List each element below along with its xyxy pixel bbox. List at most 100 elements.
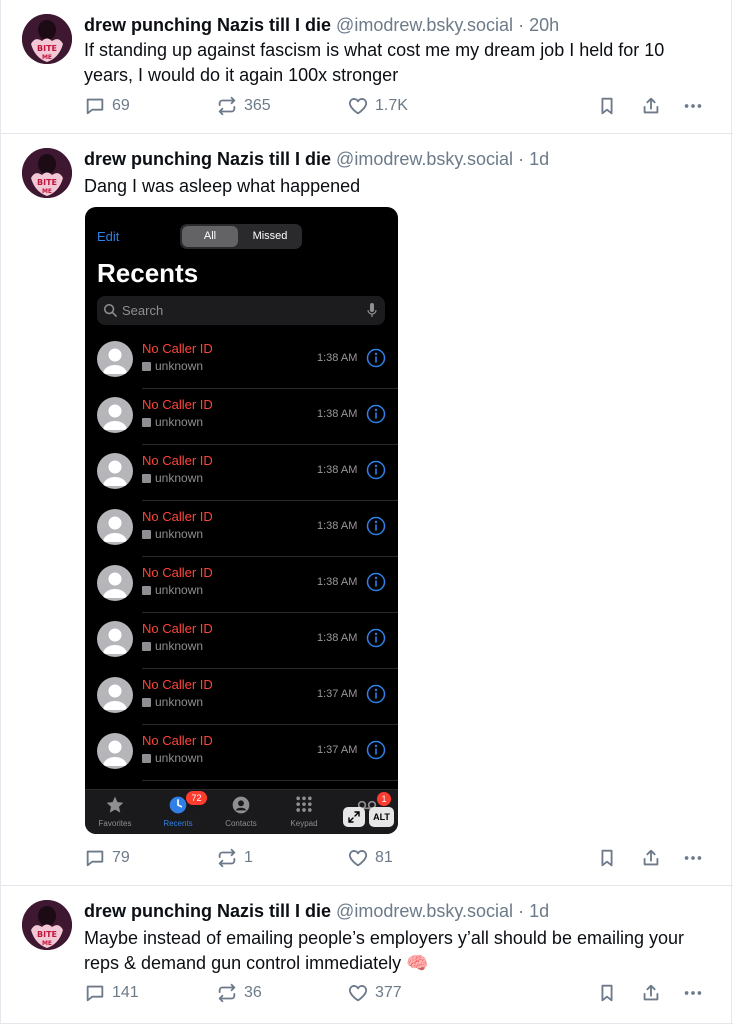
ios-tab-label: Contacts <box>225 819 257 828</box>
post-actions: 79 1 81 <box>84 845 714 871</box>
avatar-image: BITE ME <box>22 900 72 950</box>
call-time: 1:38 AM <box>317 352 358 364</box>
clock-icon <box>169 796 187 814</box>
reply-icon <box>86 850 104 867</box>
bookmark-button[interactable] <box>596 980 618 1006</box>
star-icon <box>106 796 124 813</box>
bookmark-button[interactable] <box>596 845 618 871</box>
contact-avatar-icon <box>97 733 133 769</box>
svg-text:BITE: BITE <box>37 178 57 187</box>
call-time: 1:38 AM <box>317 408 358 420</box>
repost-button[interactable]: 36 <box>216 980 262 1006</box>
svg-text:ME: ME <box>42 188 52 195</box>
share-button[interactable] <box>640 980 662 1006</box>
caller-name: No Caller ID <box>142 621 213 636</box>
repost-button[interactable]: 1 <box>216 845 253 871</box>
ios-search-placeholder: Search <box>122 303 164 318</box>
call-time: 1:37 AM <box>317 688 358 700</box>
post-actions: 69 365 1.7K <box>84 93 714 119</box>
ios-call-row: No Caller ID unknown 1:38 AM <box>85 501 398 557</box>
ios-mic-icon <box>367 303 377 317</box>
author-handle[interactable]: @imodrew.bsky.social <box>336 15 513 35</box>
ios-tab-favorites: Favorites <box>85 794 145 828</box>
post-time[interactable]: 1d <box>529 149 549 169</box>
post-actions: 141 36 377 <box>84 980 714 1006</box>
reply-button[interactable]: 79 <box>84 845 130 871</box>
ios-segment-missed: Missed <box>252 230 288 242</box>
reply-count: 69 <box>112 97 130 114</box>
call-time: 1:38 AM <box>317 576 358 588</box>
svg-text:ME: ME <box>42 940 52 947</box>
ios-call-row: No Caller ID unknown 1:37 AM <box>85 725 398 781</box>
share-button[interactable] <box>640 93 662 119</box>
caller-name: No Caller ID <box>142 397 213 412</box>
post-time[interactable]: 20h <box>529 15 559 35</box>
more-icon <box>684 856 702 860</box>
bookmark-icon <box>601 97 613 115</box>
caller-subtitle: unknown <box>142 751 203 765</box>
post-3[interactable]: BITE ME drew punching Nazis till I die @… <box>0 886 733 1024</box>
caller-name: No Caller ID <box>142 509 213 524</box>
author-handle[interactable]: @imodrew.bsky.social <box>336 901 513 921</box>
bookmark-icon <box>601 984 613 1002</box>
info-icon <box>366 740 386 760</box>
repost-icon <box>218 983 236 1003</box>
reply-button[interactable]: 141 <box>84 980 139 1006</box>
author-avatar[interactable]: BITE ME <box>22 148 72 198</box>
post-image-recents-screenshot[interactable]: Edit All Missed Recents Search No Caller… <box>85 207 398 834</box>
meta-separator: · <box>518 15 525 35</box>
bookmark-button[interactable] <box>596 93 618 119</box>
call-time: 1:37 AM <box>317 744 358 756</box>
like-button[interactable]: 81 <box>347 845 393 871</box>
caller-subtitle-text: unknown <box>155 471 204 485</box>
caller-subtitle: unknown <box>142 583 203 597</box>
ios-tab-label: Keypad <box>290 819 318 828</box>
more-options-button[interactable] <box>682 980 704 1006</box>
keypad-icon <box>296 796 312 812</box>
repost-icon <box>218 848 236 868</box>
alt-text-button[interactable]: ALT <box>369 807 394 827</box>
post-time[interactable]: 1d <box>529 901 549 921</box>
caller-subtitle: unknown <box>142 527 203 541</box>
svg-text:ME: ME <box>42 54 52 61</box>
author-name[interactable]: drew punching Nazis till I die <box>84 15 331 35</box>
like-button[interactable]: 1.7K <box>347 93 408 119</box>
reply-count: 79 <box>112 849 130 866</box>
more-options-button[interactable] <box>682 93 704 119</box>
person-circle-icon <box>232 796 250 814</box>
repost-count: 1 <box>244 849 253 866</box>
author-name[interactable]: drew punching Nazis till I die <box>84 149 331 169</box>
post-text: Maybe instead of emailing people’s emplo… <box>84 928 685 973</box>
like-icon <box>348 98 368 115</box>
author-name[interactable]: drew punching Nazis till I die <box>84 901 331 921</box>
post-header: drew punching Nazis till I die @imodrew.… <box>84 900 549 922</box>
ios-tab-label: Favorites <box>98 819 132 828</box>
ios-call-row: No Caller ID unknown 1:38 AM <box>85 333 398 389</box>
contact-avatar-icon <box>97 677 133 713</box>
post-header: drew punching Nazis till I die @imodrew.… <box>84 14 559 36</box>
author-avatar[interactable]: BITE ME <box>22 900 72 950</box>
caller-name: No Caller ID <box>142 341 213 356</box>
author-avatar[interactable]: BITE ME <box>22 14 72 64</box>
share-button[interactable] <box>640 845 662 871</box>
like-button[interactable]: 377 <box>347 980 402 1006</box>
post-1[interactable]: BITE ME drew punching Nazis till I die @… <box>0 0 733 134</box>
contact-avatar-icon <box>97 453 133 489</box>
expand-image-button[interactable] <box>343 807 365 827</box>
info-icon <box>366 348 386 368</box>
caller-subtitle-text: unknown <box>155 415 204 429</box>
more-options-button[interactable] <box>682 845 704 871</box>
ios-call-row: No Caller ID unknown 1:37 AM <box>85 669 398 725</box>
contact-avatar-icon <box>97 397 133 433</box>
phone-type-icon <box>142 641 151 651</box>
share-icon <box>643 984 659 1001</box>
author-handle[interactable]: @imodrew.bsky.social <box>336 149 513 169</box>
phone-type-icon <box>142 697 151 707</box>
phone-type-icon <box>142 585 151 595</box>
reply-button[interactable]: 69 <box>84 93 130 119</box>
caller-subtitle-text: unknown <box>155 527 204 541</box>
ios-recents-badge: 72 <box>186 791 207 805</box>
post-text: Dang I was asleep what happened <box>84 176 361 196</box>
repost-button[interactable]: 365 <box>216 93 271 119</box>
ios-call-row: No Caller ID unknown 1:38 AM <box>85 445 398 501</box>
